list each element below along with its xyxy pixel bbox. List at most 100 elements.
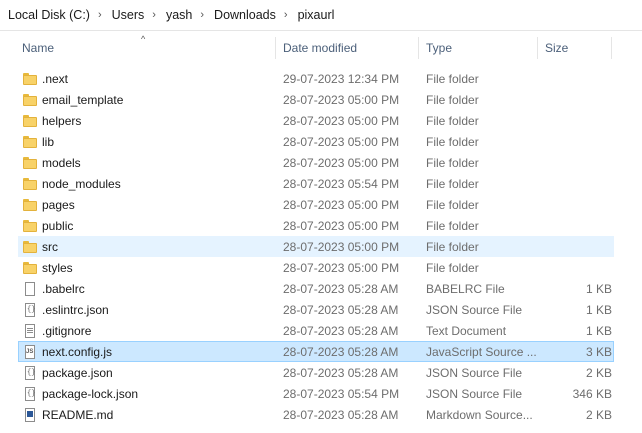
column-header-type[interactable]: Type	[420, 31, 538, 65]
file-size	[540, 215, 612, 236]
file-row[interactable]: package.json 28-07-2023 05:28 AM JSON Sour…	[0, 362, 642, 383]
file-name-cell[interactable]: helpers	[22, 110, 272, 131]
file-size: 2 KB	[585, 407, 612, 422]
file-row[interactable]: helpers 28-07-2023 05:00 PM File folder	[0, 110, 642, 131]
file-date: 28-07-2023 05:28 AM	[283, 344, 399, 359]
file-date: 28-07-2023 05:00 PM	[283, 197, 400, 212]
file-name-cell[interactable]: public	[22, 215, 272, 236]
column-header-bar: ^ Name Date modified Type Size	[0, 31, 642, 65]
breadcrumb-item[interactable]: Users	[104, 8, 151, 22]
folder-icon	[22, 197, 38, 213]
file-name: README.md	[42, 407, 114, 422]
column-header-type-label: Type	[426, 41, 453, 55]
breadcrumb: Local Disk (C:) › Users › yash › Downloads › pix…	[0, 0, 642, 31]
folder-icon	[22, 113, 38, 129]
folder-icon	[22, 71, 38, 87]
file-type: File folder	[426, 113, 479, 128]
column-header-size[interactable]: Size	[539, 31, 612, 65]
file-name-cell[interactable]: next.config.js	[22, 341, 272, 362]
file-row[interactable]: public 28-07-2023 05:00 PM File folder	[0, 215, 642, 236]
file-name-cell[interactable]: pages	[22, 194, 272, 215]
file-date: 28-07-2023 05:00 PM	[283, 92, 400, 107]
file-name-cell[interactable]: package.json	[22, 362, 272, 383]
file-row[interactable]: .gitignore 28-07-2023 05:28 AM Text Docume…	[0, 320, 642, 341]
file-row[interactable]: next.config.js 28-07-2023 05:28 AM JavaScr…	[0, 341, 642, 362]
file-type: JavaScript Source ...	[426, 344, 537, 359]
folder-icon	[22, 260, 38, 276]
chevron-right-icon[interactable]: ›	[198, 9, 206, 21]
file-name: next.config.js	[42, 344, 113, 359]
file-list: .next 29-07-2023 12:34 PM File folder email…	[0, 68, 642, 425]
file-date: 28-07-2023 05:54 PM	[283, 386, 400, 401]
file-size: 1 KB	[585, 302, 612, 317]
breadcrumb-item[interactable]: Downloads	[206, 8, 282, 22]
file-row[interactable]: lib 28-07-2023 05:00 PM File folder	[0, 131, 642, 152]
file-name-cell[interactable]: .eslintrc.json	[22, 299, 272, 320]
chevron-right-icon[interactable]: ›	[96, 9, 104, 21]
file-type: File folder	[426, 71, 479, 86]
file-name-cell[interactable]: .next	[22, 68, 272, 89]
file-row[interactable]: .babelrc 28-07-2023 05:28 AM BABELRC File 1…	[0, 278, 642, 299]
file-type: File folder	[426, 260, 479, 275]
file-name-cell[interactable]: src	[22, 236, 272, 257]
file-date: 29-07-2023 12:34 PM	[283, 71, 400, 86]
file-name-cell[interactable]: package-lock.json	[22, 383, 272, 404]
file-type: JSON Source File	[426, 365, 523, 380]
file-size: 3 KB	[585, 344, 612, 359]
file-name: src	[42, 239, 58, 254]
file-row[interactable]: .eslintrc.json 28-07-2023 05:28 AM JSON So…	[0, 299, 642, 320]
file-name: public	[42, 218, 74, 233]
js-icon	[22, 344, 38, 360]
file-date: 28-07-2023 05:54 PM	[283, 176, 400, 191]
chevron-right-icon[interactable]: ›	[150, 9, 158, 21]
file-type: File folder	[426, 134, 479, 149]
folder-icon	[22, 239, 38, 255]
file-row[interactable]: .next 29-07-2023 12:34 PM File folder	[0, 68, 642, 89]
file-row[interactable]: package-lock.json 28-07-2023 05:54 PM JSON…	[0, 383, 642, 404]
file-date: 28-07-2023 05:28 AM	[283, 323, 399, 338]
file-date: 28-07-2023 05:00 PM	[283, 239, 400, 254]
file-icon	[22, 281, 38, 297]
file-row[interactable]: README.md 28-07-2023 05:28 AM Markdown Sou…	[0, 404, 642, 425]
file-type: File folder	[426, 239, 479, 254]
file-name-cell[interactable]: email_template	[22, 89, 272, 110]
column-header-name[interactable]: ^ Name	[0, 31, 276, 65]
file-type: Markdown Source...	[426, 407, 533, 422]
file-row[interactable]: styles 28-07-2023 05:00 PM File folder	[0, 257, 642, 278]
file-size	[540, 110, 612, 131]
file-name: helpers	[42, 113, 82, 128]
breadcrumb-item[interactable]: pixaurl	[290, 8, 341, 22]
chevron-right-icon[interactable]: ›	[282, 9, 290, 21]
file-name-cell[interactable]: lib	[22, 131, 272, 152]
file-size: 1 KB	[585, 281, 612, 296]
file-name: pages	[42, 197, 75, 212]
file-name-cell[interactable]: .gitignore	[22, 320, 272, 341]
folder-icon	[22, 218, 38, 234]
file-name-cell[interactable]: node_modules	[22, 173, 272, 194]
file-type: File folder	[426, 197, 479, 212]
column-header-name-label: Name	[22, 41, 55, 55]
file-row[interactable]: node_modules 28-07-2023 05:54 PM File fold…	[0, 173, 642, 194]
file-size: 2 KB	[585, 365, 612, 380]
file-type: JSON Source File	[426, 386, 523, 401]
file-row[interactable]: pages 28-07-2023 05:00 PM File folder	[0, 194, 642, 215]
file-name-cell[interactable]: .babelrc	[22, 278, 272, 299]
file-name-cell[interactable]: README.md	[22, 404, 272, 425]
file-name-cell[interactable]: styles	[22, 257, 272, 278]
column-header-date[interactable]: Date modified	[277, 31, 419, 65]
breadcrumb-item[interactable]: yash	[158, 8, 198, 22]
file-name: .next	[42, 71, 69, 86]
file-date: 28-07-2023 05:00 PM	[283, 113, 400, 128]
file-size	[540, 68, 612, 89]
file-date: 28-07-2023 05:00 PM	[283, 134, 400, 149]
file-name: models	[42, 155, 81, 170]
breadcrumb-item[interactable]: Local Disk (C:)	[0, 8, 96, 22]
file-row[interactable]: email_template 28-07-2023 05:00 PM File fo…	[0, 89, 642, 110]
json-icon	[22, 302, 38, 318]
file-row[interactable]: models 28-07-2023 05:00 PM File folder	[0, 152, 642, 173]
file-name-cell[interactable]: models	[22, 152, 272, 173]
file-type: File folder	[426, 176, 479, 191]
file-row[interactable]: src 28-07-2023 05:00 PM File folder	[0, 236, 642, 257]
json-icon	[22, 386, 38, 402]
file-size	[540, 89, 612, 110]
